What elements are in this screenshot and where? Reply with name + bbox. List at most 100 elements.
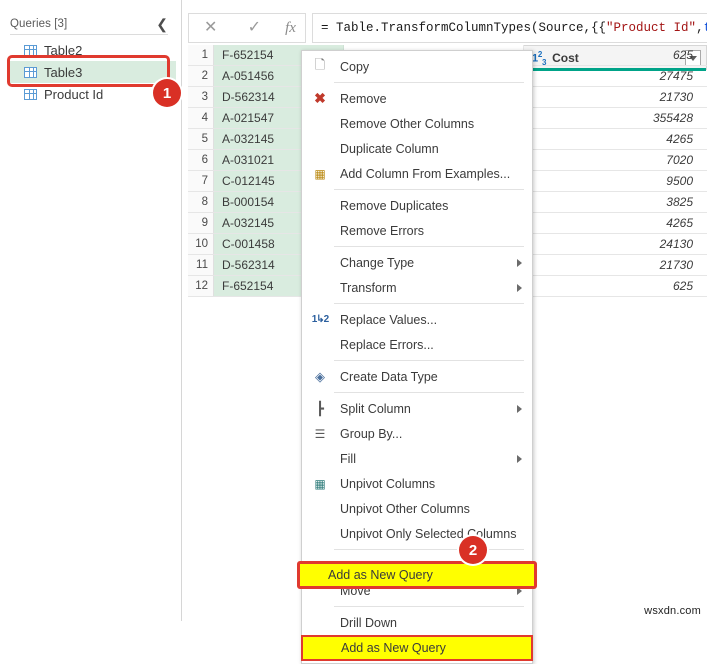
sidebar-item-table2[interactable]: Table2 [8,39,176,61]
watermark: wsxdn.com [644,605,701,617]
menu-item-label: Unpivot Other Columns [340,501,470,516]
cell-cost[interactable]: 7020 [524,150,707,170]
menu-item-unpivot-only-selected-columns[interactable]: Unpivot Only Selected Columns [302,521,532,546]
menu-item-remove[interactable]: ✖ Remove [302,86,532,111]
menu-item-replace-values[interactable]: 1↳2 Replace Values... [302,307,532,332]
cell-cost[interactable]: 4265 [524,213,707,233]
menu-item-group-by[interactable]: ☰ Group By... [302,421,532,446]
menu-item-duplicate-column[interactable]: Duplicate Column [302,136,532,161]
menu-item-change-type[interactable]: Change Type [302,250,532,275]
menu-separator [334,392,524,393]
menu-item-remove-duplicates[interactable]: Remove Duplicates [302,193,532,218]
queries-pane-divider [10,34,168,35]
menu-item-copy[interactable]: 🗋 Copy [302,54,532,79]
menu-item-label: Drill Down [340,615,397,630]
menu-item-add-as-new-query-label[interactable]: Add as New Query [328,566,433,584]
cell-cost[interactable]: 625 [524,276,707,296]
chevron-right-icon [517,454,522,463]
menu-item-label: Remove Duplicates [340,198,449,213]
formula-input[interactable]: = Table.TransformColumnTypes(Source,{{"P… [312,13,707,43]
row-number: 12 [188,276,214,296]
table-icon [24,66,37,78]
row-number: 7 [188,171,214,191]
menu-item-replace-errors[interactable]: Replace Errors... [302,332,532,357]
row-number: 10 [188,234,214,254]
create-data-type-icon: ◈ [315,368,325,384]
menu-item-transform[interactable]: Transform [302,275,532,300]
cell-cost[interactable]: 9500 [524,171,707,191]
formula-string-literal: "Product Id" [606,21,697,35]
split-column-icon: ┣ [316,400,324,416]
menu-item-label: Replace Errors... [340,337,434,352]
menu-item-split-column[interactable]: ┣ Split Column [302,396,532,421]
sidebar-item-product-id[interactable]: Product Id [8,83,176,105]
chevron-left-icon[interactable]: ❮ [154,17,170,31]
menu-item-fill[interactable]: Fill [302,446,532,471]
check-icon[interactable]: ✓ [242,20,267,36]
fx-icon[interactable]: fx [285,20,296,37]
menu-item-label: Add as New Query [341,641,446,655]
menu-separator [334,360,524,361]
cell-cost[interactable]: 21730 [524,255,707,275]
row-number: 3 [188,87,214,107]
chevron-right-icon [517,283,522,292]
menu-item-label: Remove Other Columns [340,116,475,131]
menu-item-label: Split Column [340,401,411,416]
group-by-icon: ☰ [314,426,326,441]
cell-cost[interactable]: 4265 [524,129,707,149]
menu-item-add-as-new-query[interactable]: Add as New Query [301,635,533,661]
menu-item-label: Add Column From Examples... [340,166,511,181]
menu-item-remove-other-columns[interactable]: Remove Other Columns [302,111,532,136]
menu-item-label: Remove Errors [340,223,425,238]
remove-columns-icon: ✖ [314,90,326,106]
menu-item-add-column-from-examples[interactable]: ▦ Add Column From Examples... [302,161,532,186]
callout-badge-1: 1 [153,79,181,107]
menu-item-label: Create Data Type [340,369,438,384]
menu-separator [334,549,524,550]
cell-cost[interactable]: 21730 [524,87,707,107]
menu-item-label: Unpivot Only Selected Columns [340,526,517,541]
menu-item-label: Replace Values... [340,312,438,327]
formula-prefix: = Table.TransformColumnTypes(Source,{{ [321,21,607,35]
formula-keyword: type tex [704,21,707,35]
cell-cost[interactable]: 24130 [524,234,707,254]
menu-item-label: Group By... [340,426,403,441]
cell-cost[interactable]: 625 [524,45,707,65]
row-number: 4 [188,108,214,128]
row-number: 2 [188,66,214,86]
menu-item-label: Fill [340,451,356,466]
close-icon[interactable]: ✕ [198,20,223,36]
chevron-right-icon [517,404,522,413]
table-icon [24,88,37,100]
menu-item-label: Unpivot Columns [340,476,436,491]
cell-cost[interactable]: 355428 [524,108,707,128]
menu-item-create-data-type[interactable]: ◈ Create Data Type [302,364,532,389]
menu-item-label: Copy [340,59,370,74]
cell-cost[interactable]: 3825 [524,192,707,212]
add-column-from-examples-icon: ▦ [314,166,326,181]
menu-item-label: Change Type [340,255,415,270]
sidebar-item-table3[interactable]: Table3 [8,61,176,83]
row-number: 1 [188,45,214,65]
cell-cost[interactable]: 27475 [524,66,707,86]
replace-values-icon: 1↳2 [311,314,329,325]
chevron-right-icon [517,258,522,267]
unpivot-columns-icon: ▦ [314,476,326,491]
menu-item-label: Transform [340,280,397,295]
queries-pane-title: Queries [3] [10,18,68,30]
menu-item-unpivot-other-columns[interactable]: Unpivot Other Columns [302,496,532,521]
row-number: 8 [188,192,214,212]
menu-separator [334,246,524,247]
menu-separator [334,82,524,83]
callout-badge-2: 2 [459,536,487,564]
menu-item-unpivot-columns[interactable]: ▦ Unpivot Columns [302,471,532,496]
menu-item-drill-down[interactable]: Drill Down [302,610,532,635]
row-number: 5 [188,129,214,149]
sidebar-item-label: Product Id [44,86,104,102]
formula-bar-buttons: ✕ ✓ fx [188,13,306,43]
menu-item-remove-errors[interactable]: Remove Errors [302,218,532,243]
menu-separator [334,189,524,190]
formula-separator: , [696,21,704,35]
table-icon [24,44,37,56]
copy-icon: 🗋 [314,56,326,72]
